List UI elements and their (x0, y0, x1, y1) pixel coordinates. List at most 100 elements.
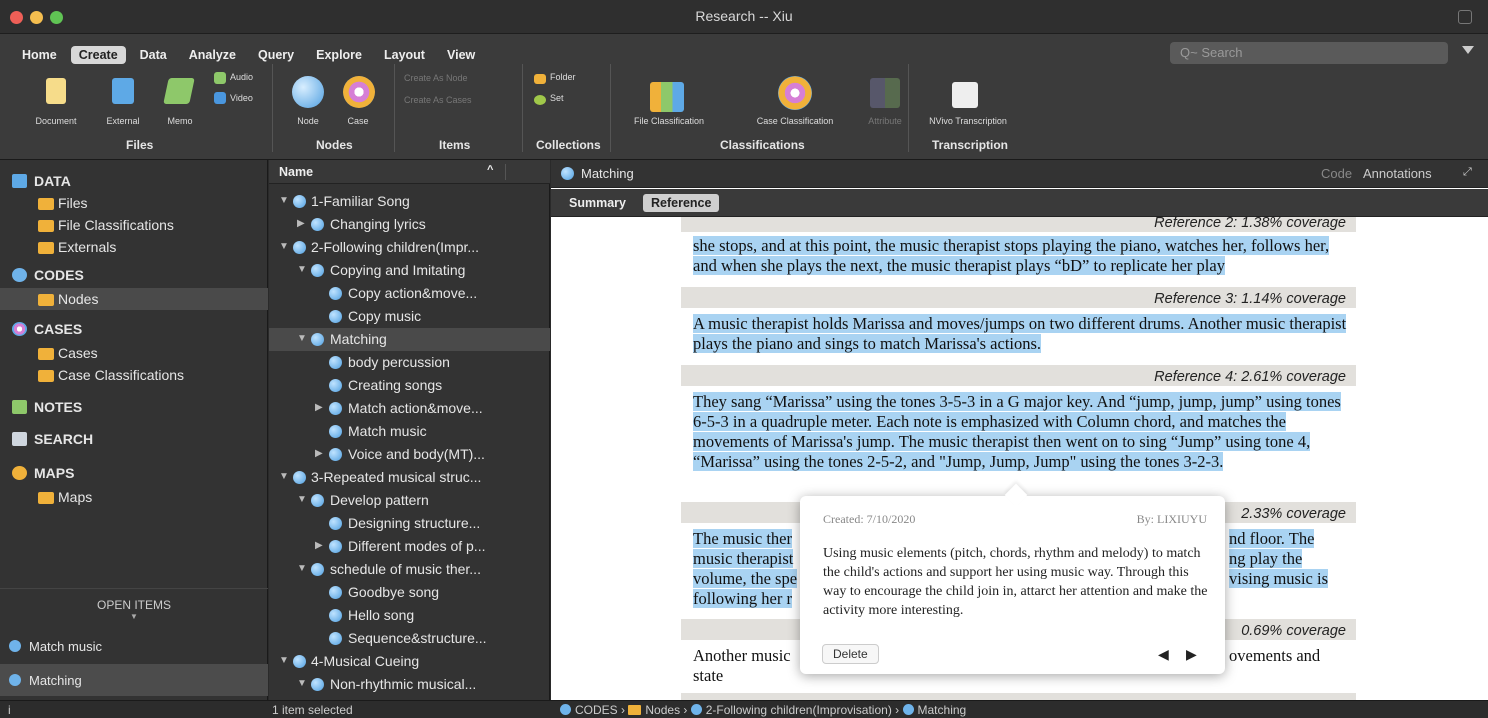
search-input[interactable]: Q~ Search (1170, 42, 1448, 64)
tree-row[interactable]: Goodbye song (269, 581, 550, 604)
case-classification-button[interactable]: Case Classification (728, 116, 862, 126)
tab-layout[interactable]: Layout (376, 46, 433, 64)
reference-text-right[interactable]: ovements and (1229, 646, 1354, 666)
breadcrumb-parent[interactable]: 2-Following children(Improvisation) (706, 703, 892, 717)
reference-text[interactable]: They sang “Marissa” using the tones 3-5-… (693, 392, 1353, 472)
external-button[interactable]: External (98, 116, 148, 126)
sidebar-item-files[interactable]: Files (0, 192, 268, 214)
sidebar-item-nodes[interactable]: Nodes (0, 288, 268, 310)
open-item-matching[interactable]: Matching (0, 664, 268, 696)
info-icon[interactable]: i (8, 703, 11, 717)
tree-row[interactable]: ▼ schedule of music ther... (269, 558, 550, 581)
sidebar-cases-header[interactable]: CASES (0, 318, 268, 340)
annotation-text[interactable]: Using music elements (pitch, chords, rhy… (823, 544, 1213, 620)
tree-row[interactable]: ▶ Voice and body(MT)... (269, 443, 550, 466)
tree-row[interactable]: ▶ Changing lyrics (269, 213, 550, 236)
sidebar-item-maps[interactable]: Maps (0, 486, 268, 508)
disclosure-open-icon[interactable]: ▼ (297, 678, 307, 689)
sidebar-item-case-classifications[interactable]: Case Classifications (0, 364, 268, 386)
memo-icon[interactable] (163, 78, 195, 104)
disclosure-open-icon[interactable]: ▼ (279, 195, 289, 206)
disclosure-open-icon[interactable]: ▼ (279, 471, 289, 482)
node-button[interactable]: Node (290, 116, 326, 126)
sidebar-search-header[interactable]: SEARCH (0, 428, 268, 450)
open-items-header[interactable]: OPEN ITEMS ▼ (0, 598, 268, 621)
breadcrumb-nodes[interactable]: Nodes (645, 703, 680, 717)
tree-row[interactable]: Copy action&move... (269, 282, 550, 305)
code-button[interactable]: Code (1321, 166, 1352, 181)
sidebar-item-file-classifications[interactable]: File Classifications (0, 214, 268, 236)
tree-row[interactable]: ▶ Match action&move... (269, 397, 550, 420)
tab-reference[interactable]: Reference (643, 194, 720, 212)
tree-row[interactable]: Match music (269, 420, 550, 443)
sidebar-item-cases[interactable]: Cases (0, 342, 268, 364)
document-icon[interactable] (46, 78, 66, 104)
open-item-match-music[interactable]: Match music (0, 630, 268, 662)
tree-row[interactable]: body percussion (269, 351, 550, 374)
case-icon[interactable] (343, 76, 375, 108)
video-button[interactable]: Video (230, 93, 253, 103)
breadcrumb-codes[interactable]: CODES (575, 703, 618, 717)
disclosure-closed-icon[interactable]: ▶ (297, 218, 305, 229)
breadcrumb-current[interactable]: Matching (918, 703, 967, 717)
tree-row[interactable]: Hello song (269, 604, 550, 627)
tree-row[interactable]: ▼ 2-Following children(Impr... (269, 236, 550, 259)
tree-row[interactable]: Creating songs (269, 374, 550, 397)
attribute-icon[interactable] (870, 78, 900, 108)
disclosure-open-icon[interactable]: ▼ (297, 494, 307, 505)
tree-row[interactable]: ▼ Copying and Imitating (269, 259, 550, 282)
delete-annotation-button[interactable]: Delete (822, 644, 879, 664)
tab-analyze[interactable]: Analyze (181, 46, 244, 64)
disclosure-closed-icon[interactable]: ▶ (315, 402, 323, 413)
tree-row[interactable]: ▼ Develop pattern (269, 489, 550, 512)
audio-icon[interactable] (214, 72, 226, 84)
memo-button[interactable]: Memo (160, 116, 200, 126)
tree-row[interactable]: Sequence&structure... (269, 627, 550, 650)
disclosure-open-icon[interactable]: ▼ (297, 333, 307, 344)
expand-icon[interactable]: ⤢ (1463, 166, 1472, 179)
file-classification-icon[interactable] (650, 82, 684, 112)
folder-button[interactable]: Folder (550, 72, 576, 82)
case-button[interactable]: Case (340, 116, 376, 126)
tab-create[interactable]: Create (70, 46, 126, 64)
ribbon-menu-chevron-icon[interactable] (1462, 46, 1474, 54)
disclosure-open-icon[interactable]: ▼ (279, 241, 289, 252)
tab-data[interactable]: Data (132, 46, 175, 64)
disclosure-open-icon[interactable]: ▼ (297, 264, 307, 275)
tree-row[interactable]: ▼ Non-rhythmic musical... (269, 673, 550, 696)
tree-row[interactable]: ▶ Different modes of p... (269, 535, 550, 558)
sidebar-item-externals[interactable]: Externals (0, 236, 268, 258)
document-button[interactable]: Document (30, 116, 82, 126)
sidebar-codes-header[interactable]: CODES (0, 264, 268, 286)
tree-row[interactable]: ▼ 1-Familiar Song (269, 190, 550, 213)
create-as-node-button[interactable]: Create As Node (404, 73, 468, 83)
tree-row[interactable]: Copy music (269, 305, 550, 328)
tab-home[interactable]: Home (14, 46, 65, 64)
video-icon[interactable] (214, 92, 226, 104)
tab-explore[interactable]: Explore (308, 46, 370, 64)
nvivo-transcription-icon[interactable] (952, 82, 978, 108)
nvivo-transcription-button[interactable]: NVivo Transcription (916, 116, 1020, 126)
name-column-header[interactable]: Name ^ (269, 160, 550, 184)
audio-button[interactable]: Audio (230, 72, 253, 82)
disclosure-open-icon[interactable]: ▼ (297, 563, 307, 574)
set-button[interactable]: Set (550, 93, 564, 103)
tab-view[interactable]: View (439, 46, 483, 64)
previous-annotation-icon[interactable]: ◀ (1158, 647, 1169, 664)
sidebar-notes-header[interactable]: NOTES (0, 396, 268, 418)
external-icon[interactable] (112, 78, 134, 104)
tab-summary[interactable]: Summary (561, 194, 634, 212)
create-as-cases-button[interactable]: Create As Cases (404, 95, 472, 105)
tree-row[interactable]: Designing structure... (269, 512, 550, 535)
tree-row[interactable]: ▼ 3-Repeated musical struc... (269, 466, 550, 489)
sidebar-maps-header[interactable]: MAPS (0, 462, 268, 484)
fullscreen-icon[interactable] (1458, 10, 1472, 24)
disclosure-closed-icon[interactable]: ▶ (315, 448, 323, 459)
tree-row[interactable]: ▼ 4-Musical Cueing (269, 650, 550, 673)
attribute-button[interactable]: Attribute (862, 116, 908, 126)
disclosure-closed-icon[interactable]: ▶ (315, 540, 323, 551)
reference-text[interactable]: A music therapist holds Marissa and move… (693, 314, 1353, 354)
file-classification-button[interactable]: File Classification (620, 116, 718, 126)
next-annotation-icon[interactable]: ▶ (1186, 647, 1197, 664)
case-classification-icon[interactable] (778, 76, 812, 110)
